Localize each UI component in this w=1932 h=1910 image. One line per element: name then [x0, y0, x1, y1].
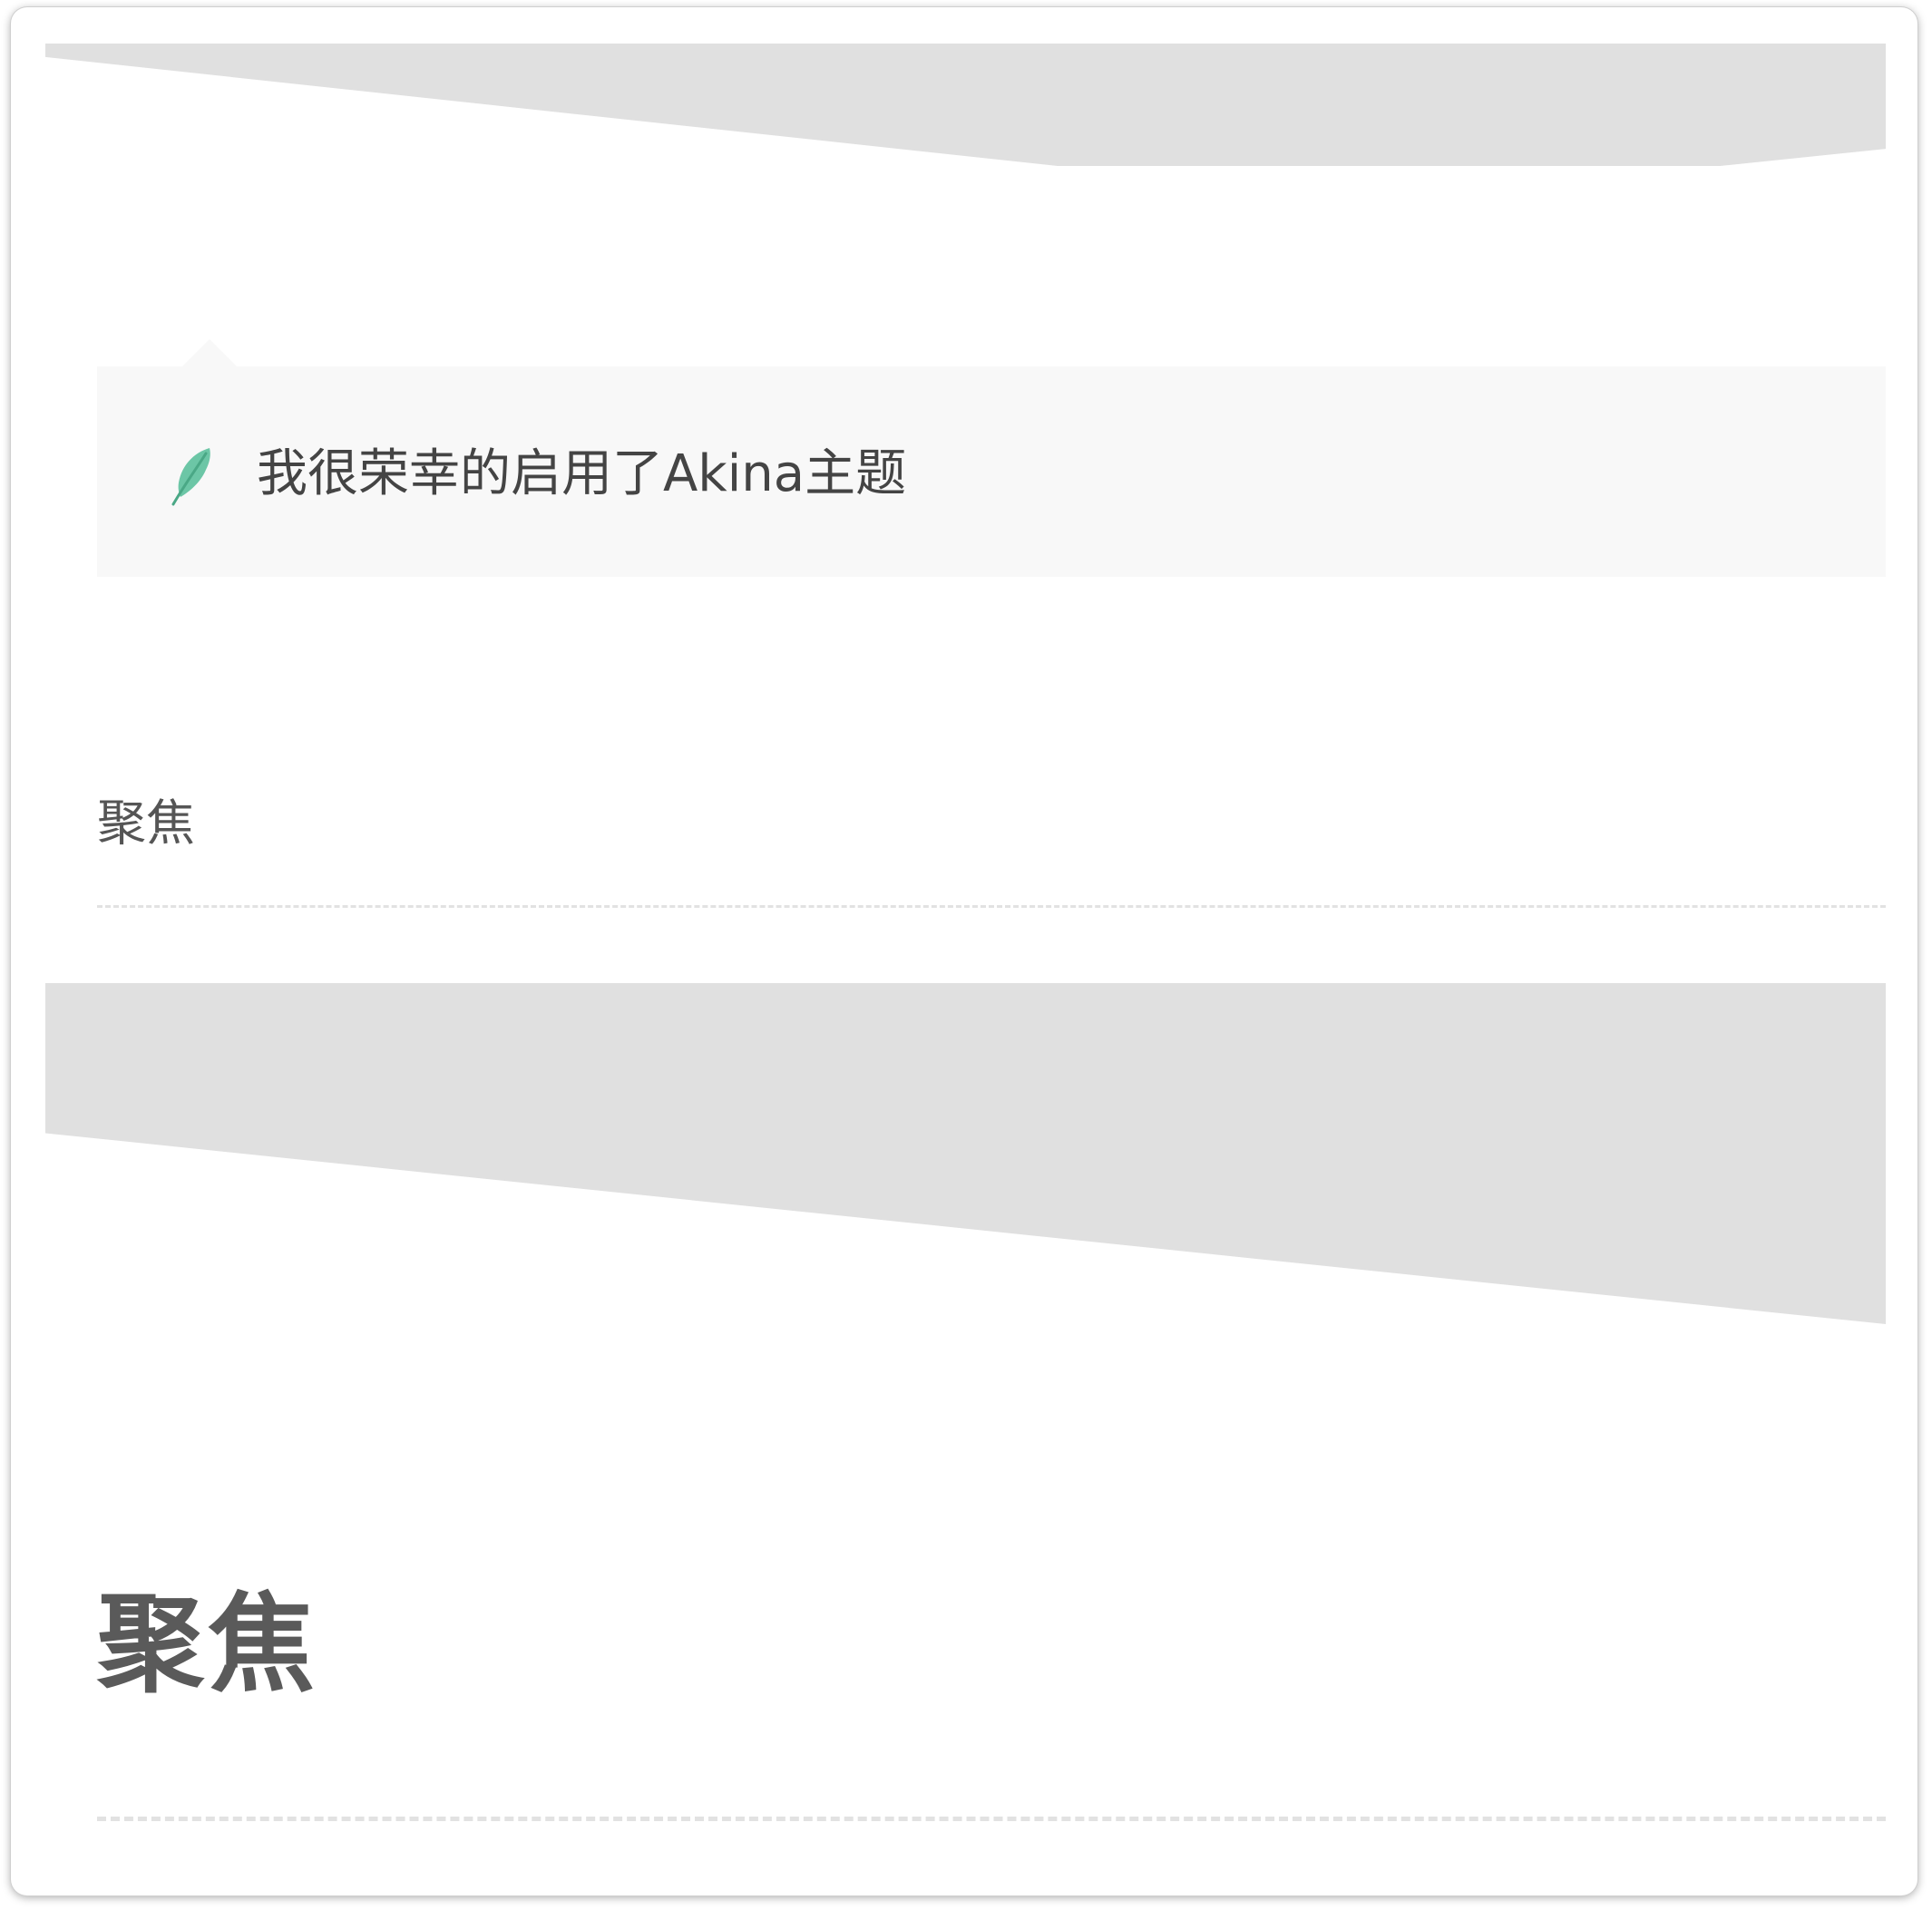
featured-banner-image[interactable] [45, 983, 1886, 1324]
notice-pointer [182, 339, 237, 366]
featured-title-focus[interactable]: 聚焦 [97, 1581, 318, 1708]
divider [97, 905, 1886, 908]
notice-box: 我很荣幸的启用了Akina主题 [97, 339, 1886, 577]
top-banner-image [45, 44, 1886, 166]
section-title-focus: 聚焦 [97, 794, 195, 852]
divider-bottom [97, 1817, 1886, 1821]
page-frame: 我很荣幸的启用了Akina主题 聚焦 聚焦 [11, 7, 1917, 1895]
feather-icon [171, 448, 210, 506]
notice-text: 我很荣幸的启用了Akina主题 [257, 444, 907, 503]
